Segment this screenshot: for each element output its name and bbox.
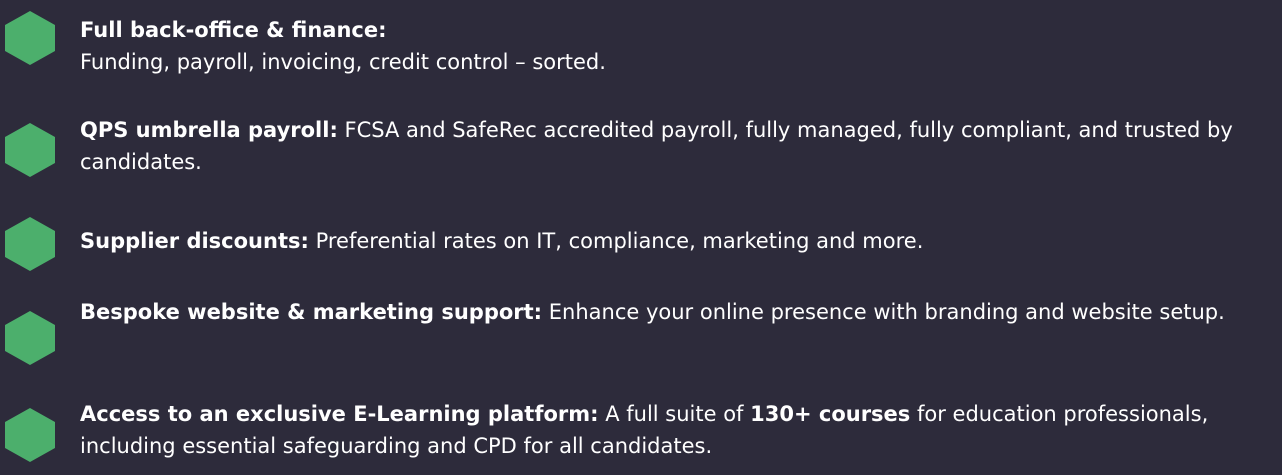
hexagon-bullet-icon-shape xyxy=(5,123,55,177)
hexagon-bullet-icon xyxy=(4,122,56,178)
benefit-title: QPS umbrella payroll: xyxy=(80,118,338,142)
courses-highlight: 130+ courses xyxy=(750,402,911,426)
hexagon-bullet-icon xyxy=(4,216,56,272)
benefit-description: Preferential rates on IT, compliance, ma… xyxy=(308,229,924,253)
hexagon-bullet-icon xyxy=(4,407,56,463)
hexagon-bullet-icon xyxy=(4,310,56,366)
benefit-text: Supplier discounts: Preferential rates o… xyxy=(80,225,1270,257)
hexagon-bullet-icon-shape xyxy=(5,408,55,462)
benefit-description-prefix: A full suite of xyxy=(598,402,751,426)
hexagon-bullet-icon-shape xyxy=(5,217,55,271)
benefit-title: Bespoke website & marketing support: xyxy=(80,300,543,324)
hexagon-bullet-icon-shape xyxy=(5,11,55,65)
benefit-text: QPS umbrella payroll: FCSA and SafeRec a… xyxy=(80,114,1270,178)
benefit-title: Supplier discounts: xyxy=(80,229,309,253)
benefit-text: Bespoke website & marketing support: Enh… xyxy=(80,296,1270,328)
benefit-title: Full back-office & finance: xyxy=(80,18,387,42)
benefit-description: Enhance your online presence with brandi… xyxy=(542,300,1225,324)
benefit-text: Full back-office & finance: Funding, pay… xyxy=(80,14,1270,78)
hexagon-bullet-icon-shape xyxy=(5,311,55,365)
benefit-title: Access to an exclusive E-Learning platfo… xyxy=(80,402,599,426)
benefit-text: Access to an exclusive E-Learning platfo… xyxy=(80,398,1270,462)
benefit-description: Funding, payroll, invoicing, credit cont… xyxy=(80,50,606,74)
hexagon-bullet-icon xyxy=(4,10,56,66)
benefit-list: Full back-office & finance: Funding, pay… xyxy=(0,0,1282,475)
